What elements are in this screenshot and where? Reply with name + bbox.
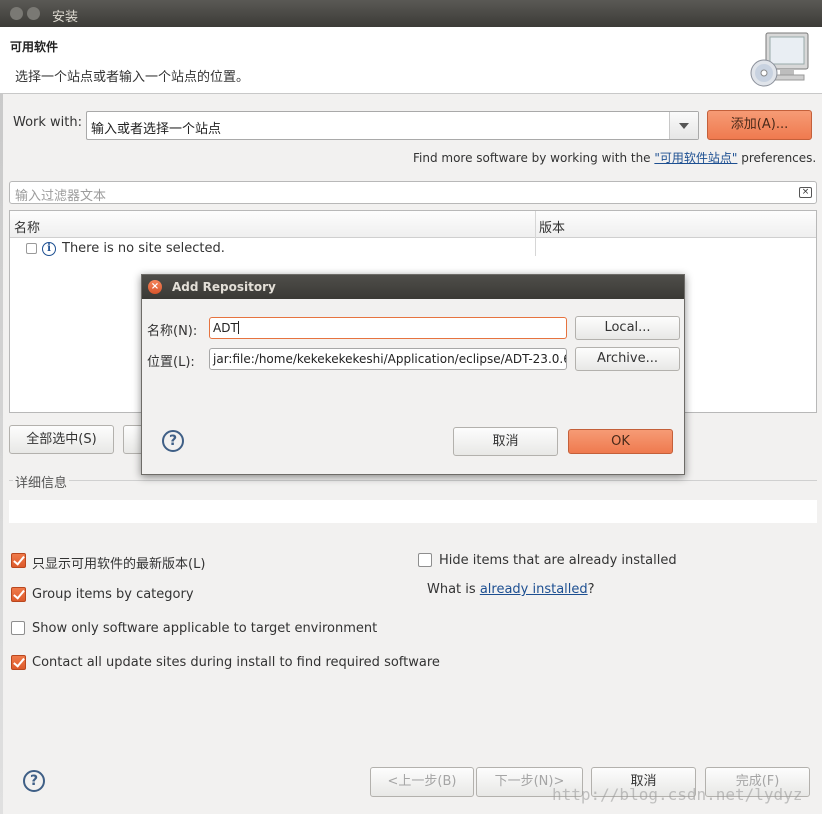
page-description: 选择一个站点或者输入一个站点的位置。 <box>15 70 250 85</box>
repo-location-label: 位置(L): <box>147 355 195 370</box>
group-category-checkbox[interactable] <box>11 587 26 602</box>
column-header-name[interactable]: 名称 <box>14 217 40 236</box>
repo-location-value: jar:file:/home/kekekekekeshi/Application… <box>213 352 567 366</box>
already-installed-link[interactable]: already installed <box>480 582 588 597</box>
hide-installed-label: Hide items that are already installed <box>439 553 677 568</box>
row-checkbox[interactable] <box>26 243 37 254</box>
tree-row-text: There is no site selected. <box>62 241 225 256</box>
monitor-cd-icon <box>750 32 809 87</box>
filter-input[interactable]: 输入过滤器文本 × <box>9 181 817 204</box>
dialog-close-icon[interactable]: × <box>148 280 162 294</box>
available-sites-link[interactable]: "可用软件站点" <box>654 151 737 165</box>
select-all-button[interactable]: 全部选中(S) <box>9 425 114 454</box>
column-header-version[interactable]: 版本 <box>539 217 565 236</box>
work-with-combo[interactable]: 输入或者选择一个站点 <box>86 111 699 140</box>
work-with-value: 输入或者选择一个站点 <box>91 122 222 137</box>
find-more-text: Find more software by working with the "… <box>413 149 816 166</box>
repo-name-value: ADT <box>213 321 238 335</box>
what-is-prefix: What is <box>427 582 480 597</box>
repo-name-input[interactable]: ADT <box>209 317 567 339</box>
archive-button[interactable]: Archive... <box>575 347 680 371</box>
group-category-label: Group items by category <box>32 587 194 602</box>
show-latest-checkbox[interactable] <box>11 553 26 568</box>
text-caret <box>237 321 239 334</box>
watermark: http://blog.csdn.net/lydyz <box>552 785 803 804</box>
dialog-title: Add Repository <box>172 280 276 294</box>
left-edge <box>0 90 3 814</box>
info-icon: i <box>42 242 56 256</box>
show-applicable-checkbox[interactable] <box>11 621 25 635</box>
chevron-down-icon[interactable] <box>669 112 698 139</box>
window-close-icon[interactable] <box>10 7 23 20</box>
contact-all-label: Contact all update sites during install … <box>32 655 440 670</box>
hide-installed-checkbox[interactable] <box>418 553 432 567</box>
repo-name-label: 名称(N): <box>147 324 198 339</box>
dialog-ok-button[interactable]: OK <box>568 429 673 454</box>
back-button[interactable]: <上一步(B) <box>370 767 474 797</box>
dialog-cancel-button[interactable]: 取消 <box>453 427 558 456</box>
page-title: 可用软件 <box>10 40 59 54</box>
what-is-installed-text: What is already installed? <box>427 582 595 597</box>
filter-placeholder: 输入过滤器文本 <box>15 189 107 204</box>
repo-location-input[interactable]: jar:file:/home/kekekekekeshi/Application… <box>209 348 567 370</box>
dialog-titlebar: × Add Repository <box>142 275 684 299</box>
window-title: 安装 <box>52 10 79 25</box>
details-label: 详细信息 <box>13 472 70 491</box>
help-icon[interactable]: ? <box>23 770 45 792</box>
local-button[interactable]: Local... <box>575 316 680 340</box>
contact-all-checkbox[interactable] <box>11 655 26 670</box>
clear-icon[interactable]: × <box>799 187 812 198</box>
column-divider <box>535 211 536 256</box>
window-minimize-icon[interactable] <box>27 7 40 20</box>
wizard-header: 可用软件 选择一个站点或者输入一个站点的位置。 <box>0 27 822 94</box>
add-site-button[interactable]: 添加(A)... <box>707 110 812 140</box>
add-repository-dialog: × Add Repository 名称(N): ADT Local... 位置(… <box>141 274 685 475</box>
details-text <box>9 500 817 523</box>
window-titlebar: 安装 <box>0 0 822 27</box>
work-with-label: Work with: <box>13 115 83 130</box>
dialog-help-icon[interactable]: ? <box>162 430 184 452</box>
show-applicable-label: Show only software applicable to target … <box>32 621 378 636</box>
find-more-suffix: preferences. <box>737 151 817 165</box>
show-latest-label: 只显示可用软件的最新版本(L) <box>32 557 206 572</box>
find-more-prefix: Find more software by working with the <box>413 151 655 165</box>
tree-header: 名称 版本 <box>10 211 816 238</box>
what-is-suffix: ? <box>587 582 595 597</box>
